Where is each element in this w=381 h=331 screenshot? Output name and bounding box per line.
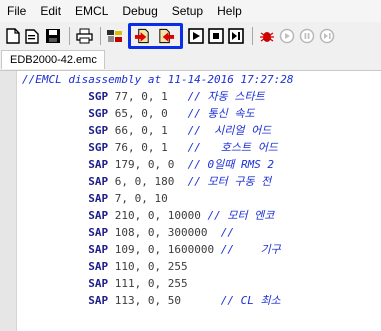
code-arguments: 108, 0, 300000 bbox=[108, 226, 221, 239]
code-arguments: 110, 0, 255 bbox=[108, 260, 188, 273]
save-icon[interactable] bbox=[44, 27, 62, 45]
code-comment: //EMCL disassembly at 11-14-2016 17:27:2… bbox=[22, 73, 294, 86]
print-icon[interactable] bbox=[75, 27, 93, 45]
code-command: SGP bbox=[88, 124, 109, 137]
menu-edit[interactable]: Edit bbox=[33, 1, 68, 21]
menu-debug[interactable]: Debug bbox=[115, 1, 164, 21]
step-icon[interactable] bbox=[227, 27, 245, 45]
run-icon[interactable] bbox=[187, 27, 205, 45]
code-line[interactable]: SGP 65, 0, 0 // 통신 속도 bbox=[22, 105, 381, 122]
code-line[interactable]: SAP 210, 0, 10000 // 모터 엔코 bbox=[22, 207, 381, 224]
code-command: SAP bbox=[88, 175, 109, 188]
menu-emcl[interactable]: EMCL bbox=[68, 1, 115, 21]
code-line[interactable]: SAP 109, 0, 1600000 // 기구 bbox=[22, 241, 381, 258]
new-file-icon[interactable] bbox=[4, 27, 22, 45]
code-arguments: 179, 0, 0 bbox=[108, 158, 188, 171]
code-command: SAP bbox=[88, 226, 109, 239]
toolbar bbox=[0, 22, 381, 49]
code-line[interactable]: SAP 110, 0, 255 bbox=[22, 258, 381, 275]
code-arguments: 65, 0, 0 bbox=[108, 107, 188, 120]
code-command: SAP bbox=[88, 192, 109, 205]
code-line[interactable]: SGP 76, 0, 1 // 호스트 어드 bbox=[22, 139, 381, 156]
code-arguments: 113, 0, 50 bbox=[108, 294, 221, 307]
code-comment: // CL 최소 bbox=[220, 294, 281, 307]
code-line[interactable]: SGP 77, 0, 1 // 자동 스타트 bbox=[22, 88, 381, 105]
code-command: SAP bbox=[88, 243, 109, 256]
code-editor[interactable]: //EMCL disassembly at 11-14-2016 17:27:2… bbox=[0, 71, 381, 331]
code-comment: // 0일때 RMS 2 bbox=[187, 158, 275, 171]
bug-icon[interactable] bbox=[258, 27, 276, 45]
open-file-icon[interactable] bbox=[24, 27, 42, 45]
toolbar-separator bbox=[69, 26, 70, 45]
code-arguments: 66, 0, 1 bbox=[108, 124, 188, 137]
code-arguments: 77, 0, 1 bbox=[108, 90, 188, 103]
code-arguments: 7, 0, 10 bbox=[108, 192, 168, 205]
code-comment: // 모터 구동 전 bbox=[187, 175, 272, 188]
download-to-module-icon[interactable] bbox=[134, 27, 152, 45]
tab-bar: EDB2000-42.emc bbox=[0, 49, 381, 71]
code-line[interactable]: //EMCL disassembly at 11-14-2016 17:27:2… bbox=[22, 71, 381, 88]
code-arguments: 111, 0, 255 bbox=[108, 277, 188, 290]
code-line[interactable]: SGP 66, 0, 1 // 시리얼 어드 bbox=[22, 122, 381, 139]
stop-icon[interactable] bbox=[207, 27, 225, 45]
code-comment: // bbox=[220, 226, 234, 239]
code-line[interactable]: SAP 179, 0, 0 // 0일때 RMS 2 bbox=[22, 156, 381, 173]
code-command: SGP bbox=[88, 107, 109, 120]
code-comment: // 호스트 어드 bbox=[187, 141, 278, 154]
toolbar-separator bbox=[100, 26, 101, 45]
code-line[interactable]: SAP 6, 0, 180 // 모터 구동 전 bbox=[22, 173, 381, 190]
code-arguments: 76, 0, 1 bbox=[108, 141, 188, 154]
circle-button-2-icon[interactable] bbox=[298, 27, 316, 45]
editor-gutter bbox=[0, 71, 17, 331]
tab-edb2000-42[interactable]: EDB2000-42.emc bbox=[1, 50, 105, 69]
code-arguments: 109, 0, 1600000 bbox=[108, 243, 221, 256]
circle-button-1-icon[interactable] bbox=[278, 27, 296, 45]
code-command: SGP bbox=[88, 90, 109, 103]
code-comment: // 모터 엔코 bbox=[207, 209, 275, 222]
code-command: SGP bbox=[88, 141, 109, 154]
code-command: SAP bbox=[88, 294, 109, 307]
code-comment: // 통신 속도 bbox=[187, 107, 255, 120]
code-command: SAP bbox=[88, 277, 109, 290]
code-line[interactable]: SAP 113, 0, 50 // CL 최소 bbox=[22, 292, 381, 309]
code-comment: // 자동 스타트 bbox=[187, 90, 265, 103]
circle-button-3-icon[interactable] bbox=[318, 27, 336, 45]
code-line[interactable]: SAP 111, 0, 255 bbox=[22, 275, 381, 292]
menu-bar: File Edit EMCL Debug Setup Help bbox=[0, 0, 381, 22]
upload-from-module-icon[interactable] bbox=[157, 27, 175, 45]
code-command: SAP bbox=[88, 260, 109, 273]
code-comment: // 기구 bbox=[220, 243, 281, 256]
highlight-box bbox=[128, 22, 183, 49]
code-arguments: 210, 0, 10000 bbox=[108, 209, 208, 222]
toolbar-separator bbox=[252, 26, 253, 45]
menu-help[interactable]: Help bbox=[210, 1, 249, 21]
code-arguments: 6, 0, 180 bbox=[108, 175, 188, 188]
code-comment: // 시리얼 어드 bbox=[187, 124, 272, 137]
code-command: SAP bbox=[88, 158, 109, 171]
code-area[interactable]: //EMCL disassembly at 11-14-2016 17:27:2… bbox=[22, 71, 381, 331]
code-line[interactable]: SAP 7, 0, 10 bbox=[22, 190, 381, 207]
compile-icon[interactable] bbox=[106, 27, 124, 45]
menu-file[interactable]: File bbox=[0, 1, 33, 21]
code-line[interactable]: SAP 108, 0, 300000 // bbox=[22, 224, 381, 241]
menu-setup[interactable]: Setup bbox=[165, 1, 210, 21]
code-command: SAP bbox=[88, 209, 109, 222]
